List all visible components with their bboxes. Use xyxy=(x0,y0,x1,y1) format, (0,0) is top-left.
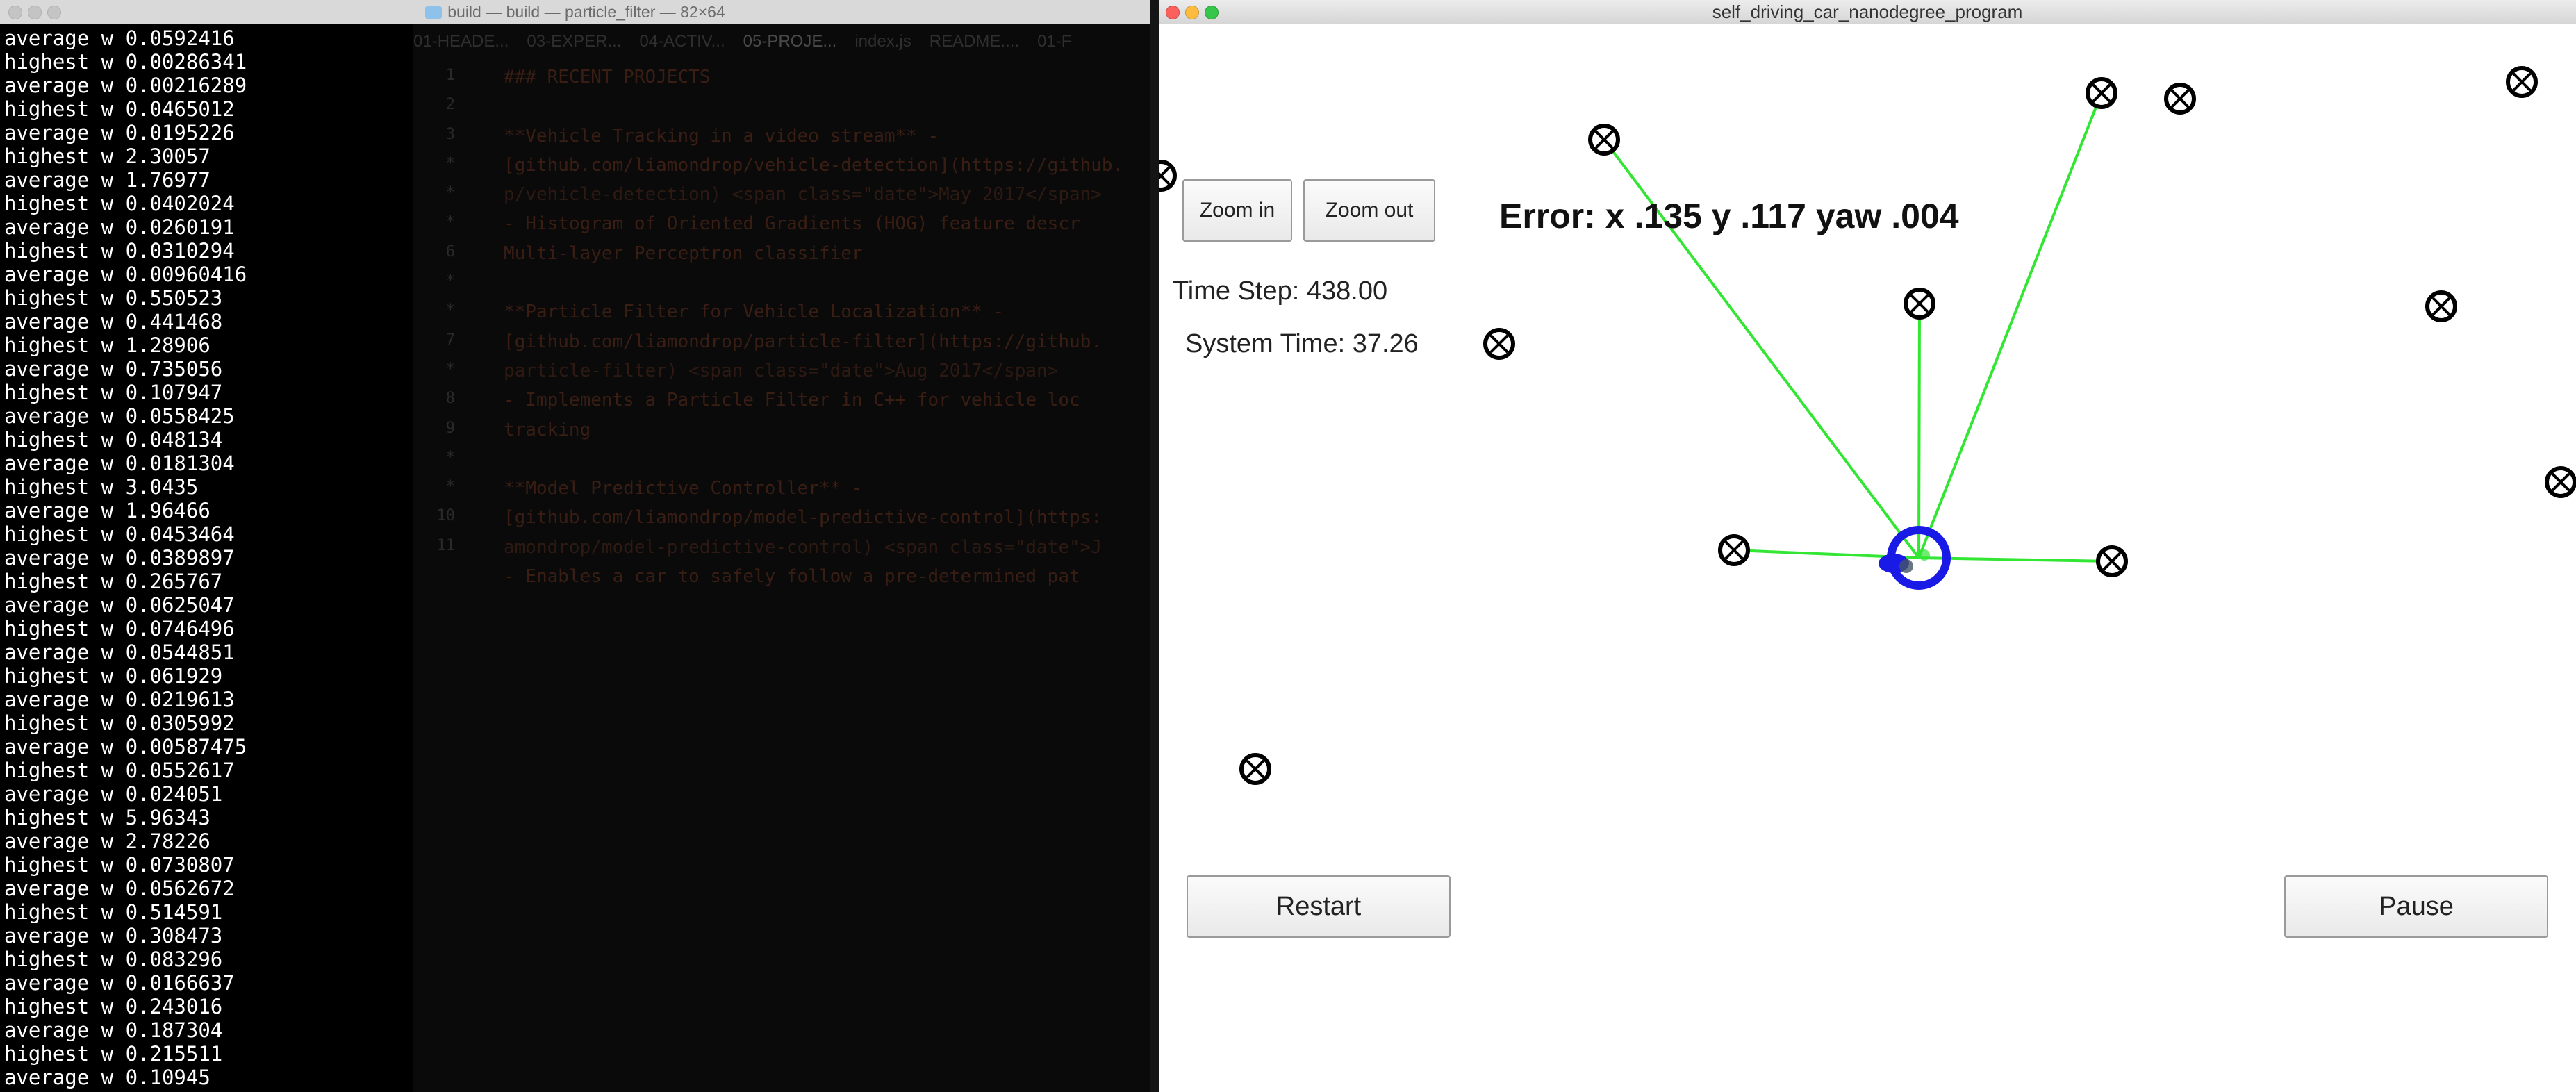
terminal-line: highest w 0.083296 xyxy=(4,948,223,971)
system-time-label: System Time: 37.26 xyxy=(1185,329,1419,358)
terminal-line: highest w 0.107947 xyxy=(4,381,223,404)
circle-x-icon xyxy=(1904,288,1935,320)
terminal-line: highest w 0.0465012 xyxy=(4,97,235,121)
window-divider xyxy=(1150,0,1159,1092)
terminal-line: highest w 0.061929 xyxy=(4,664,223,688)
circle-x-icon xyxy=(2164,83,2196,115)
error-label: Error: x .135 y .117 yaw .004 xyxy=(1499,197,1959,235)
terminal-line: average w 0.00960416 xyxy=(4,263,247,286)
editor-tab: README.... xyxy=(929,32,1020,51)
observation-line xyxy=(1917,92,2103,559)
editor-tab: 05-PROJE... xyxy=(743,32,837,51)
circle-x-icon xyxy=(1588,124,1620,156)
terminal-line: average w 1.76977 xyxy=(4,168,210,192)
terminal-line: highest w 0.0746496 xyxy=(4,617,235,640)
circle-x-icon xyxy=(1718,534,1750,566)
terminal-titlebar: build — build — particle_filter — 82×64 xyxy=(0,0,1150,24)
terminal-line: average w 0.0558425 xyxy=(4,404,235,428)
terminal-line: average w 0.0562672 xyxy=(4,877,235,900)
terminal-line: average w 0.0389897 xyxy=(4,546,235,570)
folder-icon xyxy=(425,6,443,19)
editor-tab: 01-F xyxy=(1037,32,1072,51)
terminal-line: highest w 0.514591 xyxy=(4,900,223,924)
time-step-label: Time Step: 438.00 xyxy=(1173,276,1388,306)
terminal-line: highest w 1.28906 xyxy=(4,333,210,357)
terminal-line: highest w 3.0435 xyxy=(4,475,199,499)
terminal-line: highest w 2.30057 xyxy=(4,144,210,168)
pause-button[interactable]: Pause xyxy=(2284,875,2548,938)
terminal-line: average w 0.0260191 xyxy=(4,215,235,239)
circle-x-icon xyxy=(2086,77,2117,109)
terminal-line: average w 0.0195226 xyxy=(4,121,235,144)
terminal-line: highest w 0.00286341 xyxy=(4,50,247,74)
terminal-line: average w 0.0625047 xyxy=(4,593,235,617)
terminal-line: average w 0.024051 xyxy=(4,782,223,806)
terminal-line: highest w 0.048134 xyxy=(4,428,223,452)
circle-x-icon xyxy=(1483,328,1515,360)
terminal-line: highest w 0.0552617 xyxy=(4,759,235,782)
circle-x-icon xyxy=(2425,290,2457,322)
terminal-line: average w 0.0219613 xyxy=(4,688,235,711)
circle-x-icon xyxy=(2096,545,2128,577)
circle-x-icon xyxy=(1239,753,1271,785)
circle-x-icon xyxy=(2545,466,2576,498)
restart-button[interactable]: Restart xyxy=(1187,875,1451,938)
terminal-line: highest w 0.0305992 xyxy=(4,711,235,735)
circle-x-icon xyxy=(2506,66,2538,98)
terminal-line: highest w 0.215511 xyxy=(4,1042,223,1066)
terminal-line: average w 0.0544851 xyxy=(4,640,235,664)
editor-tab: index.js xyxy=(854,32,911,51)
simulator-window: self_driving_car_nanodegree_program Zoom… xyxy=(1159,0,2576,1092)
terminal-line: average w 0.308473 xyxy=(4,924,223,948)
terminal-title: build — build — particle_filter — 82×64 xyxy=(0,0,1150,24)
circle-x-icon xyxy=(1159,160,1177,192)
zoom-out-button[interactable]: Zoom out xyxy=(1303,179,1435,242)
terminal-line: average w 0.441468 xyxy=(4,310,223,333)
terminal-line: highest w 0.550523 xyxy=(4,286,223,310)
terminal-line: average w 0.00587475 xyxy=(4,735,247,759)
simulator-title: self_driving_car_nanodegree_program xyxy=(1712,1,2023,22)
terminal-line: average w 0.735056 xyxy=(4,357,223,381)
terminal-line: highest w 5.96343 xyxy=(4,806,210,829)
terminal-line: average w 1.96466 xyxy=(4,499,210,522)
zoom-in-button[interactable]: Zoom in xyxy=(1182,179,1292,242)
simulator-titlebar: self_driving_car_nanodegree_program xyxy=(1159,0,2576,24)
terminal-line: highest w 0.0453464 xyxy=(4,522,235,546)
terminal-line: highest w 0.265767 xyxy=(4,570,223,593)
terminal-line: highest w 0.0730807 xyxy=(4,853,235,877)
terminal-line: average w 2.78226 xyxy=(4,829,210,853)
terminal-line: highest w 0.0402024 xyxy=(4,192,235,215)
terminal-line: average w 0.187304 xyxy=(4,1018,223,1042)
terminal-window: build — build — particle_filter — 82×64 … xyxy=(0,0,1150,1092)
terminal-line: highest w 0.243016 xyxy=(4,995,223,1018)
terminal-line: highest w 0.0310294 xyxy=(4,239,235,263)
terminal-line: average w 0.0592416 xyxy=(4,26,235,50)
terminal-line: average w 0.10945 xyxy=(4,1066,210,1089)
terminal-line: average w 0.00216289 xyxy=(4,74,247,97)
terminal-line: average w 0.0166637 xyxy=(4,971,235,995)
terminal-output: average w 0.0592416 highest w 0.00286341 a… xyxy=(4,26,699,1089)
terminal-line: average w 0.0181304 xyxy=(4,452,235,475)
